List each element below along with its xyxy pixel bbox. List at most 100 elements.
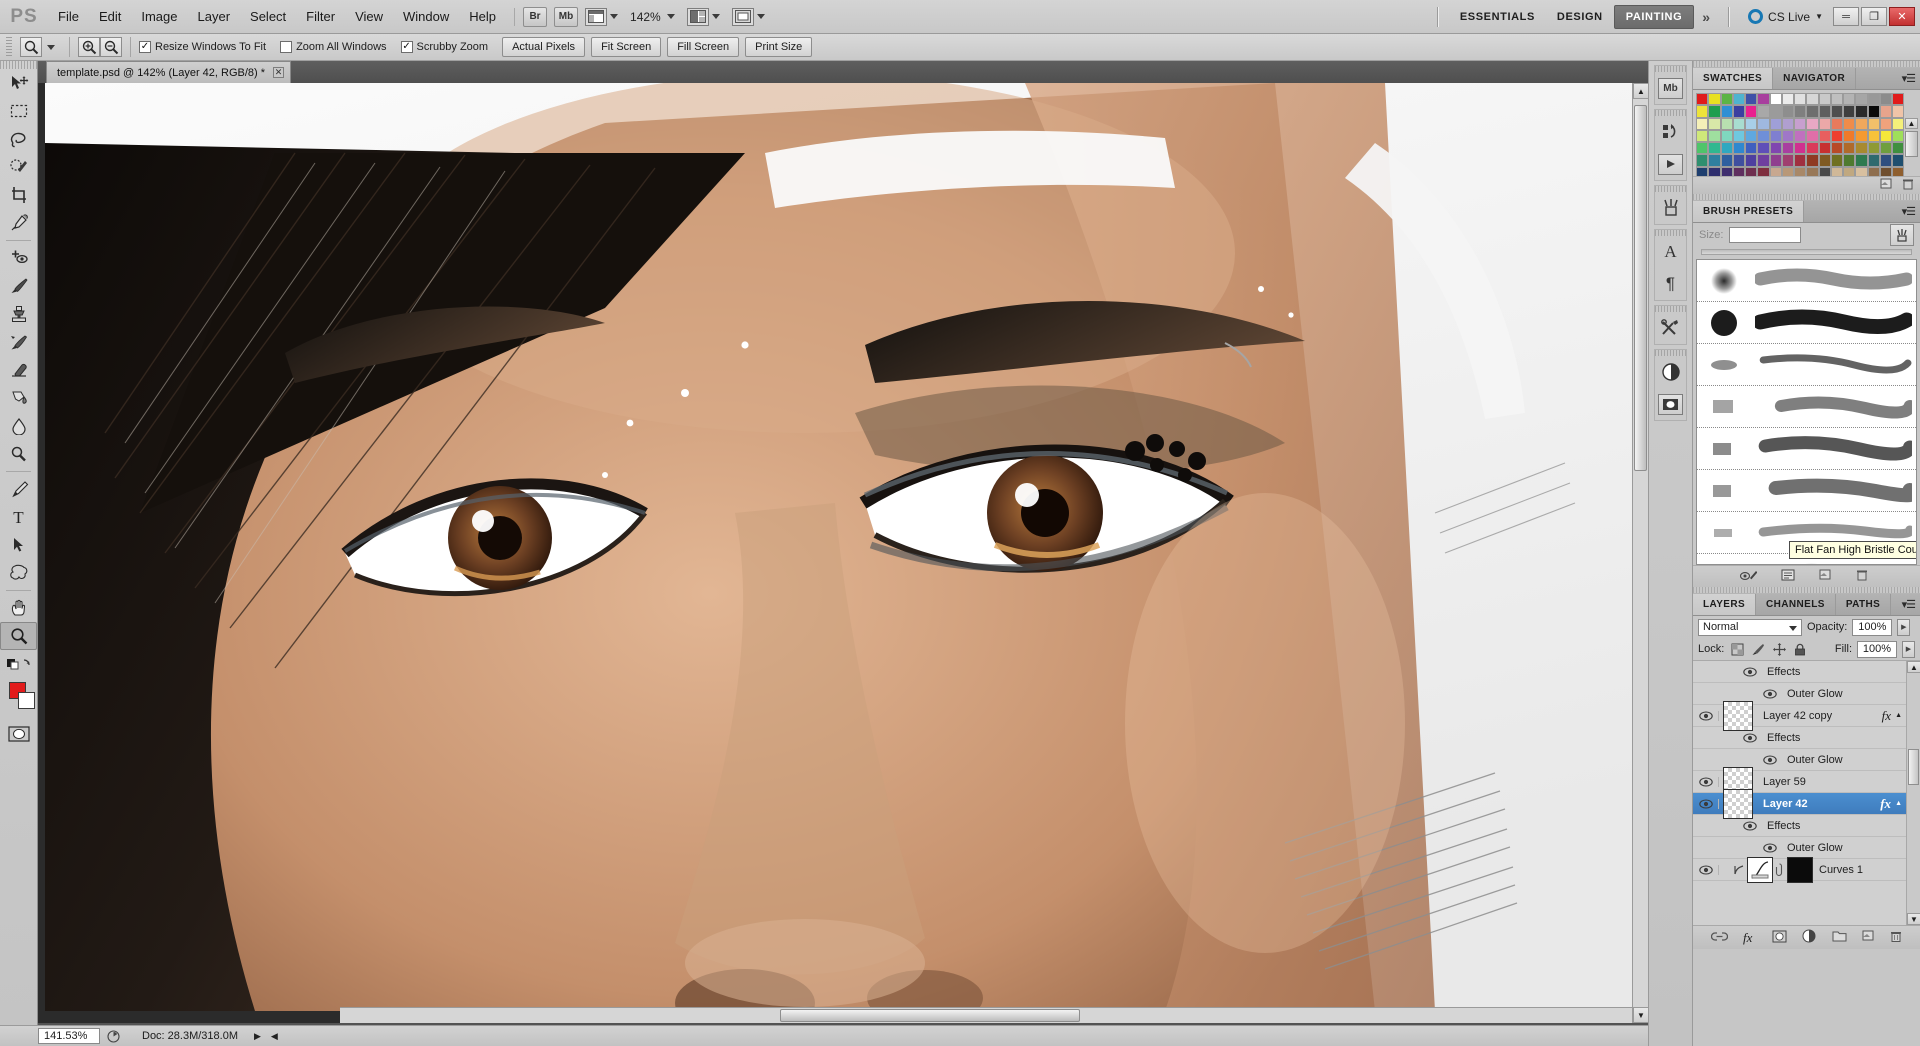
fill-field[interactable]: 100% [1857,641,1897,658]
brush-preset-item[interactable] [1697,260,1916,302]
swatch-cell[interactable] [1733,167,1745,177]
swatch-cell[interactable] [1733,154,1745,166]
swatch-cell[interactable] [1843,142,1855,154]
quick-selection-tool[interactable] [0,153,37,181]
swatch-cell[interactable] [1794,154,1806,166]
swatch-cell[interactable] [1831,167,1843,177]
layer-row[interactable]: Effects [1693,727,1920,749]
eraser-tool[interactable] [0,356,37,384]
zoom-in-icon[interactable] [78,37,100,57]
menu-window[interactable]: Window [393,5,459,28]
workspace-design[interactable]: DESIGN [1546,6,1614,28]
swatch-cell[interactable] [1757,142,1769,154]
layer-name[interactable]: Outer Glow [1781,842,1904,854]
swatch-cell[interactable] [1696,118,1708,130]
swatch-cell[interactable] [1782,93,1794,105]
visibility-eye-icon[interactable] [1693,865,1719,875]
swatch-cell[interactable] [1770,118,1782,130]
toggle-brush-panel-icon[interactable] [1890,224,1914,246]
swatch-cell[interactable] [1708,142,1720,154]
swatch-cell[interactable] [1794,130,1806,142]
swatch-cell[interactable] [1855,93,1867,105]
swatch-cell[interactable] [1721,154,1733,166]
swatch-cell[interactable] [1708,130,1720,142]
launch-mini-bridge-button[interactable]: Mb [554,7,578,27]
swatch-cell[interactable] [1696,167,1708,177]
actions-icon[interactable] [1655,148,1686,180]
character-icon[interactable]: A [1655,236,1686,268]
eyedropper-tool[interactable] [0,209,37,237]
swatch-cell[interactable] [1733,118,1745,130]
paragraph-icon[interactable]: ¶ [1655,268,1686,300]
hand-tool[interactable] [0,594,37,622]
visibility-eye-icon[interactable] [1693,799,1719,809]
swatch-cell[interactable] [1831,154,1843,166]
spot-healing-brush-tool[interactable] [0,244,37,272]
actual-pixels-button[interactable]: Actual Pixels [502,37,585,57]
masks-icon[interactable] [1655,388,1686,420]
swatch-cell[interactable] [1855,167,1867,177]
link-layers-icon[interactable] [1711,931,1728,945]
history-icon[interactable] [1655,116,1686,148]
swatch-cell[interactable] [1757,167,1769,177]
swatch-cell[interactable] [1782,118,1794,130]
mini-bridge-icon[interactable]: Mb [1655,72,1686,104]
swatch-cell[interactable] [1868,105,1880,117]
adjustment-layer-thumbnail[interactable] [1719,857,1813,883]
swatch-cell[interactable] [1819,154,1831,166]
visibility-eye-icon[interactable] [1693,777,1719,787]
swatch-cell[interactable] [1819,130,1831,142]
layer-name[interactable]: Effects [1761,666,1904,678]
swatch-cell[interactable] [1843,118,1855,130]
gradient-tool[interactable] [0,384,37,412]
launch-bridge-button[interactable]: Br [523,7,547,27]
swatch-cell[interactable] [1806,142,1818,154]
status-menu-arrow[interactable]: ▶ [254,1031,261,1042]
cs-live-button[interactable]: CS Live ▼ [1748,9,1823,24]
swatch-cell[interactable] [1855,105,1867,117]
toolbox-grip[interactable] [0,61,37,69]
layers-panel-grip[interactable] [1693,587,1920,594]
layers-scrollbar[interactable]: ▲ ▼ [1906,661,1920,925]
swatch-cell[interactable] [1892,118,1904,130]
zoom-level-caret[interactable] [667,14,675,19]
swatch-cell[interactable] [1819,93,1831,105]
swatch-cell[interactable] [1708,93,1720,105]
swatch-cell[interactable] [1770,142,1782,154]
clone-stamp-tool[interactable] [0,300,37,328]
open-preset-manager-icon[interactable] [1739,569,1757,585]
swatch-cell[interactable] [1794,105,1806,117]
swatch-cell[interactable] [1843,154,1855,166]
swatch-cell[interactable] [1880,118,1892,130]
swatch-cell[interactable] [1819,142,1831,154]
tab-paths[interactable]: PATHS [1836,594,1891,615]
zoom-percentage-field[interactable]: 141.53% [38,1028,100,1044]
menu-file[interactable]: File [48,5,89,28]
path-selection-tool[interactable] [0,531,37,559]
opacity-field[interactable]: 100% [1852,619,1892,636]
swatch-cell[interactable] [1696,130,1708,142]
scroll-up-arrow[interactable]: ▲ [1633,83,1649,99]
screen-mode-caret[interactable] [757,14,765,19]
swatch-cell[interactable] [1696,93,1708,105]
swatch-cell[interactable] [1708,105,1720,117]
menu-layer[interactable]: Layer [188,5,241,28]
swatch-cell[interactable] [1721,93,1733,105]
fill-stepper[interactable]: ▶ [1902,641,1915,658]
menu-filter[interactable]: Filter [296,5,345,28]
layer-name[interactable]: Layer 42 copy [1757,710,1882,722]
layer-row[interactable]: Curves 1 [1693,859,1920,881]
swatch-cell[interactable] [1733,142,1745,154]
swatch-cell[interactable] [1721,118,1733,130]
fit-screen-button[interactable]: Fit Screen [591,37,661,57]
swatch-cell[interactable] [1868,118,1880,130]
swatch-cell[interactable] [1794,118,1806,130]
layer-name[interactable]: Outer Glow [1781,688,1904,700]
add-layer-mask-icon[interactable] [1772,930,1787,946]
swatches-panel-grip[interactable] [1693,61,1920,68]
tab-channels[interactable]: CHANNELS [1756,594,1836,615]
swatch-cell[interactable] [1843,167,1855,177]
panel-menu-icon[interactable]: ▾☰ [1902,598,1915,611]
brush-preset-item[interactable] [1697,470,1916,512]
new-adjustment-layer-icon[interactable] [1802,929,1816,946]
